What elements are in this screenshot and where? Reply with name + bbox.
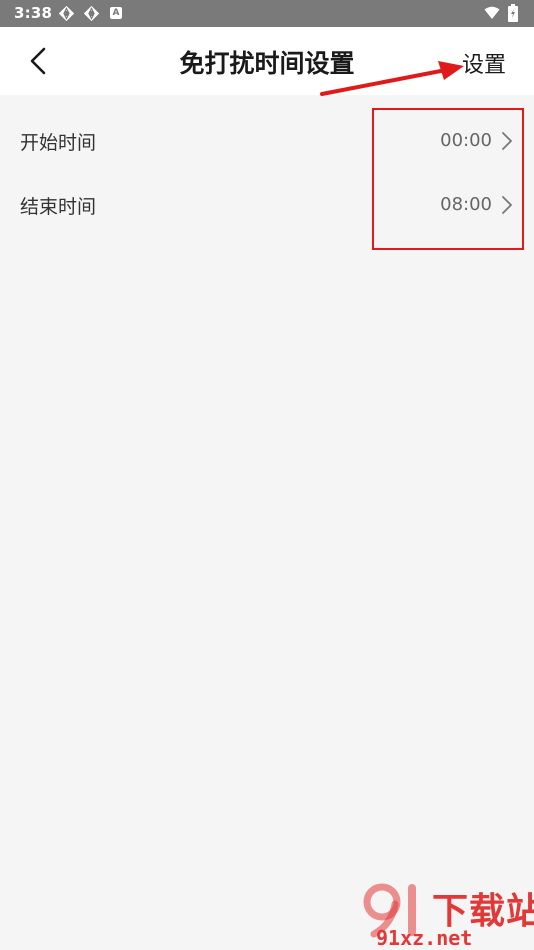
back-button[interactable] [18, 41, 58, 81]
watermark-91-icon [362, 880, 428, 942]
battery-icon [508, 4, 518, 22]
watermark-logo: 下载站 91xz.net [362, 876, 534, 950]
watermark-text-en: 91xz.net [376, 926, 473, 950]
status-time: 3:38 [14, 4, 53, 22]
start-time-value: 00:00 [440, 130, 492, 151]
chevron-right-icon [500, 195, 514, 215]
chevron-left-icon [30, 47, 46, 75]
chevron-right-icon [500, 131, 514, 151]
a-icon: A [110, 7, 122, 19]
status-bar: 3:38 A [0, 0, 534, 27]
end-time-row[interactable]: 结束时间 08:00 [0, 173, 534, 237]
vpn-key-icon [83, 5, 100, 22]
watermark-text-cn: 下载站 [432, 891, 534, 932]
page-title: 免打扰时间设置 [179, 49, 355, 78]
settings-button[interactable]: 设置 [462, 47, 506, 79]
start-time-label: 开始时间 [20, 132, 97, 154]
end-time-label: 结束时间 [20, 196, 97, 218]
page: 3:38 A 免打扰时间设置 设置 开始时间 00:00 结束时间 08:00 … [0, 0, 534, 950]
wifi-icon [484, 6, 500, 20]
vpn-key-icon [58, 5, 75, 22]
end-time-value: 08:00 [440, 194, 492, 215]
app-header: 免打扰时间设置 设置 [0, 27, 534, 95]
start-time-row[interactable]: 开始时间 00:00 [0, 109, 534, 173]
